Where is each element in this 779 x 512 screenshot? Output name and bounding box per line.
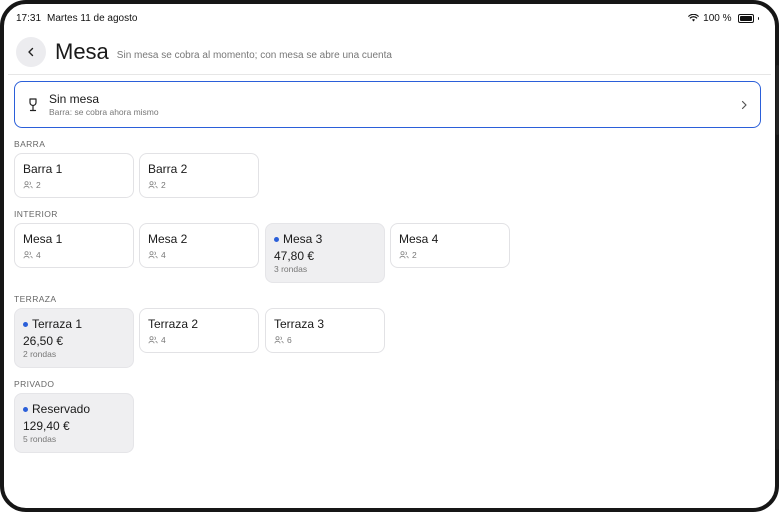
table-name: Terraza 1 [32,317,83,331]
occupied-dot [23,406,28,412]
people-icon [399,251,409,259]
battery-icon [737,13,754,23]
table-tile-barra-2[interactable]: Barra 2 2 [139,153,259,198]
table-name: Mesa 3 [283,232,323,246]
table-name: Mesa 1 [23,232,63,246]
table-tile-mesa-3[interactable]: Mesa 3 47,80 € 3 rondas [265,223,385,283]
table-seats: 2 [23,180,125,190]
table-amount: 129,40 € [23,419,70,433]
status-date: Martes 11 de agosto [47,12,138,24]
table-name: Mesa 4 [399,232,439,246]
table-tile-mesa-2[interactable]: Mesa 2 4 [139,223,259,268]
device-frame: 17:31 Martes 11 de agosto 100 % Mesa Sin… [0,0,779,512]
table-tile-mesa-1[interactable]: Mesa 1 4 [14,223,134,268]
people-icon [148,336,158,344]
seats-count: 4 [161,250,166,260]
back-button[interactable] [16,37,46,67]
wifi-icon [688,14,699,22]
chevron-right-icon [741,100,747,109]
table-name-row: Terraza 1 [23,317,125,331]
table-tile-reservado[interactable]: Reservado 129,40 € 5 rondas [14,393,134,453]
table-tile-barra-1[interactable]: Barra 1 2 [14,153,134,198]
page-header: Mesa Sin mesa se cobra al momento; con m… [16,34,763,70]
table-name: Terraza 2 [148,317,199,331]
table-name: Barra 1 [23,162,63,176]
table-name: Reservado [32,402,91,416]
page-title: Mesa [55,39,109,64]
table-tile-terraza-2[interactable]: Terraza 2 4 [139,308,259,353]
page-subtitle: Sin mesa se cobra al momento; con mesa s… [116,49,392,61]
table-tile-terraza-3[interactable]: Terraza 3 6 [265,308,385,353]
people-icon [148,181,158,189]
seats-count: 6 [287,335,292,345]
seats-count: 4 [161,335,166,345]
section-title-privado: PRIVADO [14,379,55,389]
table-seats: 6 [274,335,376,345]
table-name: Terraza 3 [274,317,325,331]
battery-nub [757,16,759,20]
chevron-left-icon [28,47,34,57]
people-icon [23,181,33,189]
table-tile-mesa-4[interactable]: Mesa 4 2 [390,223,510,268]
occupied-dot [274,236,279,242]
seats-count: 4 [36,250,41,260]
status-bar: 17:31 Martes 11 de agosto 100 % [16,10,759,26]
table-rounds: 2 rondas [23,349,57,359]
no-table-sub: Barra: se cobra ahora mismo [49,107,159,117]
seats-count: 2 [36,180,41,190]
seats-count: 2 [412,250,417,260]
status-time: 17:31 [16,12,42,24]
occupied-dot [23,321,28,327]
wine-glass-icon [29,97,37,111]
no-table-label: Sin mesa [49,92,100,106]
table-name: Mesa 2 [148,232,188,246]
table-rounds: 5 rondas [23,434,57,444]
table-rounds: 3 rondas [274,264,308,274]
status-right: 100 % [688,13,759,24]
section-title-terraza: TERRAZA [14,294,57,304]
table-seats: 4 [148,250,250,260]
table-name-row: Reservado [23,402,125,416]
seats-count: 2 [161,180,166,190]
section-title-interior: INTERIOR [14,209,58,219]
no-table-option[interactable]: Sin mesa Barra: se cobra ahora mismo [14,81,761,128]
table-seats: 4 [148,335,250,345]
people-icon [23,251,33,259]
no-table-texts: Sin mesa Barra: se cobra ahora mismo [49,92,740,117]
table-amount: 47,80 € [274,249,315,263]
table-tile-terraza-1[interactable]: Terraza 1 26,50 € 2 rondas [14,308,134,368]
section-title-barra: BARRA [14,139,46,149]
table-seats: 2 [148,180,250,190]
table-amount: 26,50 € [23,334,64,348]
battery-percent: 100 % [703,12,732,24]
table-seats: 4 [23,250,125,260]
header-divider [8,74,771,75]
people-icon [148,251,158,259]
table-name-row: Mesa 3 [274,232,376,246]
table-seats: 2 [399,250,501,260]
people-icon [274,336,284,344]
table-name: Barra 2 [148,162,188,176]
